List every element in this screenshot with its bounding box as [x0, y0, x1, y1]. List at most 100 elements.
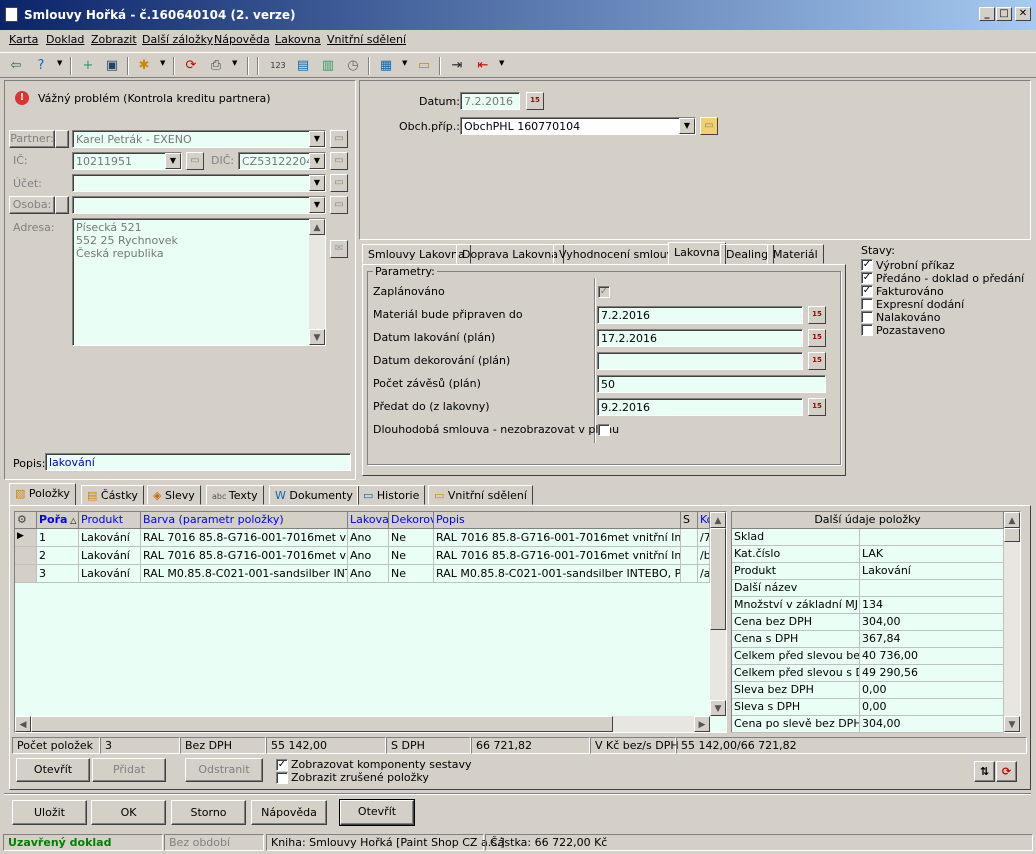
- datum-field[interactable]: 7.2.2016: [460, 92, 520, 110]
- adresa-scrollbar[interactable]: ▲ ▼: [309, 219, 325, 345]
- save-icon[interactable]: ▣: [102, 56, 122, 76]
- dlouhodoba-checkbox[interactable]: [598, 424, 610, 436]
- chevron-down-icon[interactable]: ▼: [309, 131, 325, 147]
- chevron-down-icon[interactable]: ▼: [165, 153, 181, 169]
- help-dropdown-icon[interactable]: ▼: [57, 59, 62, 67]
- menu-napoveda[interactable]: Nápověda: [214, 33, 270, 46]
- ucet-folder-icon[interactable]: ▭: [330, 174, 348, 192]
- ok-button[interactable]: OK: [91, 800, 166, 825]
- hscroll-thumb[interactable]: [31, 716, 613, 732]
- tab-smlouvy-lakovna[interactable]: Smlouvy Lakovna: [362, 244, 471, 264]
- otevrit-button[interactable]: Otevřít: [339, 799, 415, 826]
- obch-field[interactable]: ObchPHL 160770104: [460, 117, 696, 135]
- material-date-field[interactable]: 7.2.2016: [597, 306, 803, 324]
- partner-small-button[interactable]: [55, 130, 69, 148]
- chevron-down-icon[interactable]: ▼: [679, 118, 695, 134]
- zavesu-field[interactable]: 50: [597, 375, 826, 393]
- osoba-small-button[interactable]: [55, 196, 69, 214]
- grid-hscrollbar[interactable]: ◀ ▶: [15, 716, 710, 732]
- numbering-icon[interactable]: 123: [268, 56, 288, 76]
- ic-folder-icon[interactable]: ▭: [186, 152, 204, 170]
- maximize-button[interactable]: □: [996, 7, 1012, 21]
- komponenty-checkbox[interactable]: ✓: [276, 759, 288, 771]
- partner-field[interactable]: Karel Petrák - EXENO: [72, 130, 326, 148]
- osoba-button[interactable]: Osoba:: [9, 196, 55, 214]
- tab-castky[interactable]: ▤ Částky: [81, 485, 144, 505]
- stav-checkbox-predano[interactable]: ✓: [861, 272, 873, 284]
- envelope-icon[interactable]: ✉: [330, 240, 348, 258]
- sort-icon[interactable]: ⇅: [974, 761, 995, 782]
- tab-lakovna[interactable]: Lakovna: [668, 242, 726, 265]
- dic-folder-icon[interactable]: ▭: [330, 152, 348, 170]
- menu-lakovna[interactable]: Lakovna: [275, 33, 321, 46]
- tab-texty[interactable]: abc Texty: [206, 485, 264, 505]
- row-selector[interactable]: [15, 565, 37, 583]
- calendar-icon[interactable]: 15: [808, 398, 826, 416]
- minimize-button[interactable]: _: [979, 7, 995, 21]
- chevron-down-icon[interactable]: ▼: [309, 175, 325, 191]
- tab-dokumenty[interactable]: W Dokumenty: [269, 485, 359, 505]
- grid-header-dekorovat[interactable]: Dekorov: [389, 512, 434, 529]
- menu-zobrazit[interactable]: Zobrazit: [91, 33, 137, 46]
- refresh-icon[interactable]: ⟳: [181, 56, 201, 76]
- details-scrollbar[interactable]: ▲ ▼: [1004, 512, 1020, 732]
- details-scroll-thumb[interactable]: [1004, 528, 1020, 542]
- grid-header-lakovat[interactable]: Lakovat: [348, 512, 389, 529]
- tab-polozky[interactable]: ▧ Položky: [9, 483, 76, 506]
- chevron-down-icon[interactable]: ▼: [309, 153, 325, 169]
- calendar-icon[interactable]: 15: [808, 329, 826, 347]
- link-dropdown-icon[interactable]: ▼: [402, 59, 407, 67]
- new-icon[interactable]: +: [78, 56, 98, 76]
- obch-folder-icon[interactable]: ▭: [700, 117, 718, 135]
- stav-checkbox-vyrobni[interactable]: ✓: [861, 259, 873, 271]
- grid-header-s[interactable]: S: [681, 512, 698, 529]
- odstranit-item-button[interactable]: Odstranit: [185, 758, 263, 782]
- copy-dropdown-icon[interactable]: ▼: [160, 59, 165, 67]
- export-icon[interactable]: ⇤: [473, 56, 493, 76]
- menu-vnitrni-sdeleni[interactable]: Vnitřní sdělení: [327, 33, 406, 46]
- napoveda-button[interactable]: Nápověda: [251, 800, 327, 825]
- menu-karta[interactable]: Karta: [9, 33, 38, 46]
- stav-checkbox-fakturovano[interactable]: ✓: [861, 285, 873, 297]
- calendar-icon[interactable]: 15: [526, 92, 544, 110]
- tab-vyhodnoceni-smlouvy[interactable]: Vyhodnocení smlouvy: [553, 244, 686, 264]
- link-icon[interactable]: ▦: [376, 56, 396, 76]
- tab-material[interactable]: Materiál: [767, 244, 824, 264]
- chevron-down-icon[interactable]: ▼: [309, 197, 325, 213]
- ulozit-button[interactable]: Uložit: [12, 800, 87, 825]
- storno-button[interactable]: Storno: [171, 800, 246, 825]
- predat-date-field[interactable]: 9.2.2016: [597, 398, 803, 416]
- grid-header-poradi[interactable]: Pořa △: [37, 512, 79, 529]
- grid-header-produkt[interactable]: Produkt: [79, 512, 141, 529]
- pridat-item-button[interactable]: Přidat: [92, 758, 166, 782]
- stav-checkbox-pozastaveno[interactable]: [861, 324, 873, 336]
- calendar-icon[interactable]: 15: [808, 306, 826, 324]
- osoba-field[interactable]: [72, 196, 326, 214]
- ucet-field[interactable]: [72, 174, 326, 192]
- row-selector[interactable]: [15, 547, 37, 565]
- menu-doklad[interactable]: Doklad: [46, 33, 84, 46]
- tab-doprava-lakovna[interactable]: Doprava Lakovna: [456, 244, 564, 264]
- print-dropdown-icon[interactable]: ▼: [232, 59, 237, 67]
- grid-header-popis[interactable]: Popis: [434, 512, 681, 529]
- dekorovani-date-field[interactable]: [597, 352, 803, 370]
- partner-folder-icon[interactable]: ▭: [330, 130, 348, 148]
- import-icon[interactable]: ⇥: [447, 56, 467, 76]
- clock-icon[interactable]: ◷: [343, 56, 363, 76]
- popis-field[interactable]: lakování: [45, 453, 351, 471]
- lakovani-date-field[interactable]: 17.2.2016: [597, 329, 803, 347]
- close-button[interactable]: ✕: [1015, 7, 1031, 21]
- adresa-field[interactable]: Písecká 521 552 25 Rychnovek Česká repub…: [72, 218, 326, 346]
- help-icon[interactable]: ?: [31, 56, 51, 76]
- calendar-icon[interactable]: 15: [808, 352, 826, 370]
- tab-historie[interactable]: ▭ Historie: [357, 485, 426, 505]
- print-icon[interactable]: ⎙: [206, 56, 226, 76]
- scroll-thumb[interactable]: [710, 528, 726, 630]
- otevrit-item-button[interactable]: Otevřít: [16, 758, 90, 782]
- menu-dalsi-zalozky[interactable]: Další záložky: [142, 33, 213, 46]
- exit-icon[interactable]: ⇦: [6, 56, 26, 76]
- grid-vscrollbar[interactable]: ▲ ▼: [710, 512, 726, 716]
- document-view-icon[interactable]: ▤: [293, 56, 313, 76]
- grid-header-ko[interactable]: Ko: [698, 512, 710, 529]
- partner-button[interactable]: Partner:: [9, 130, 55, 148]
